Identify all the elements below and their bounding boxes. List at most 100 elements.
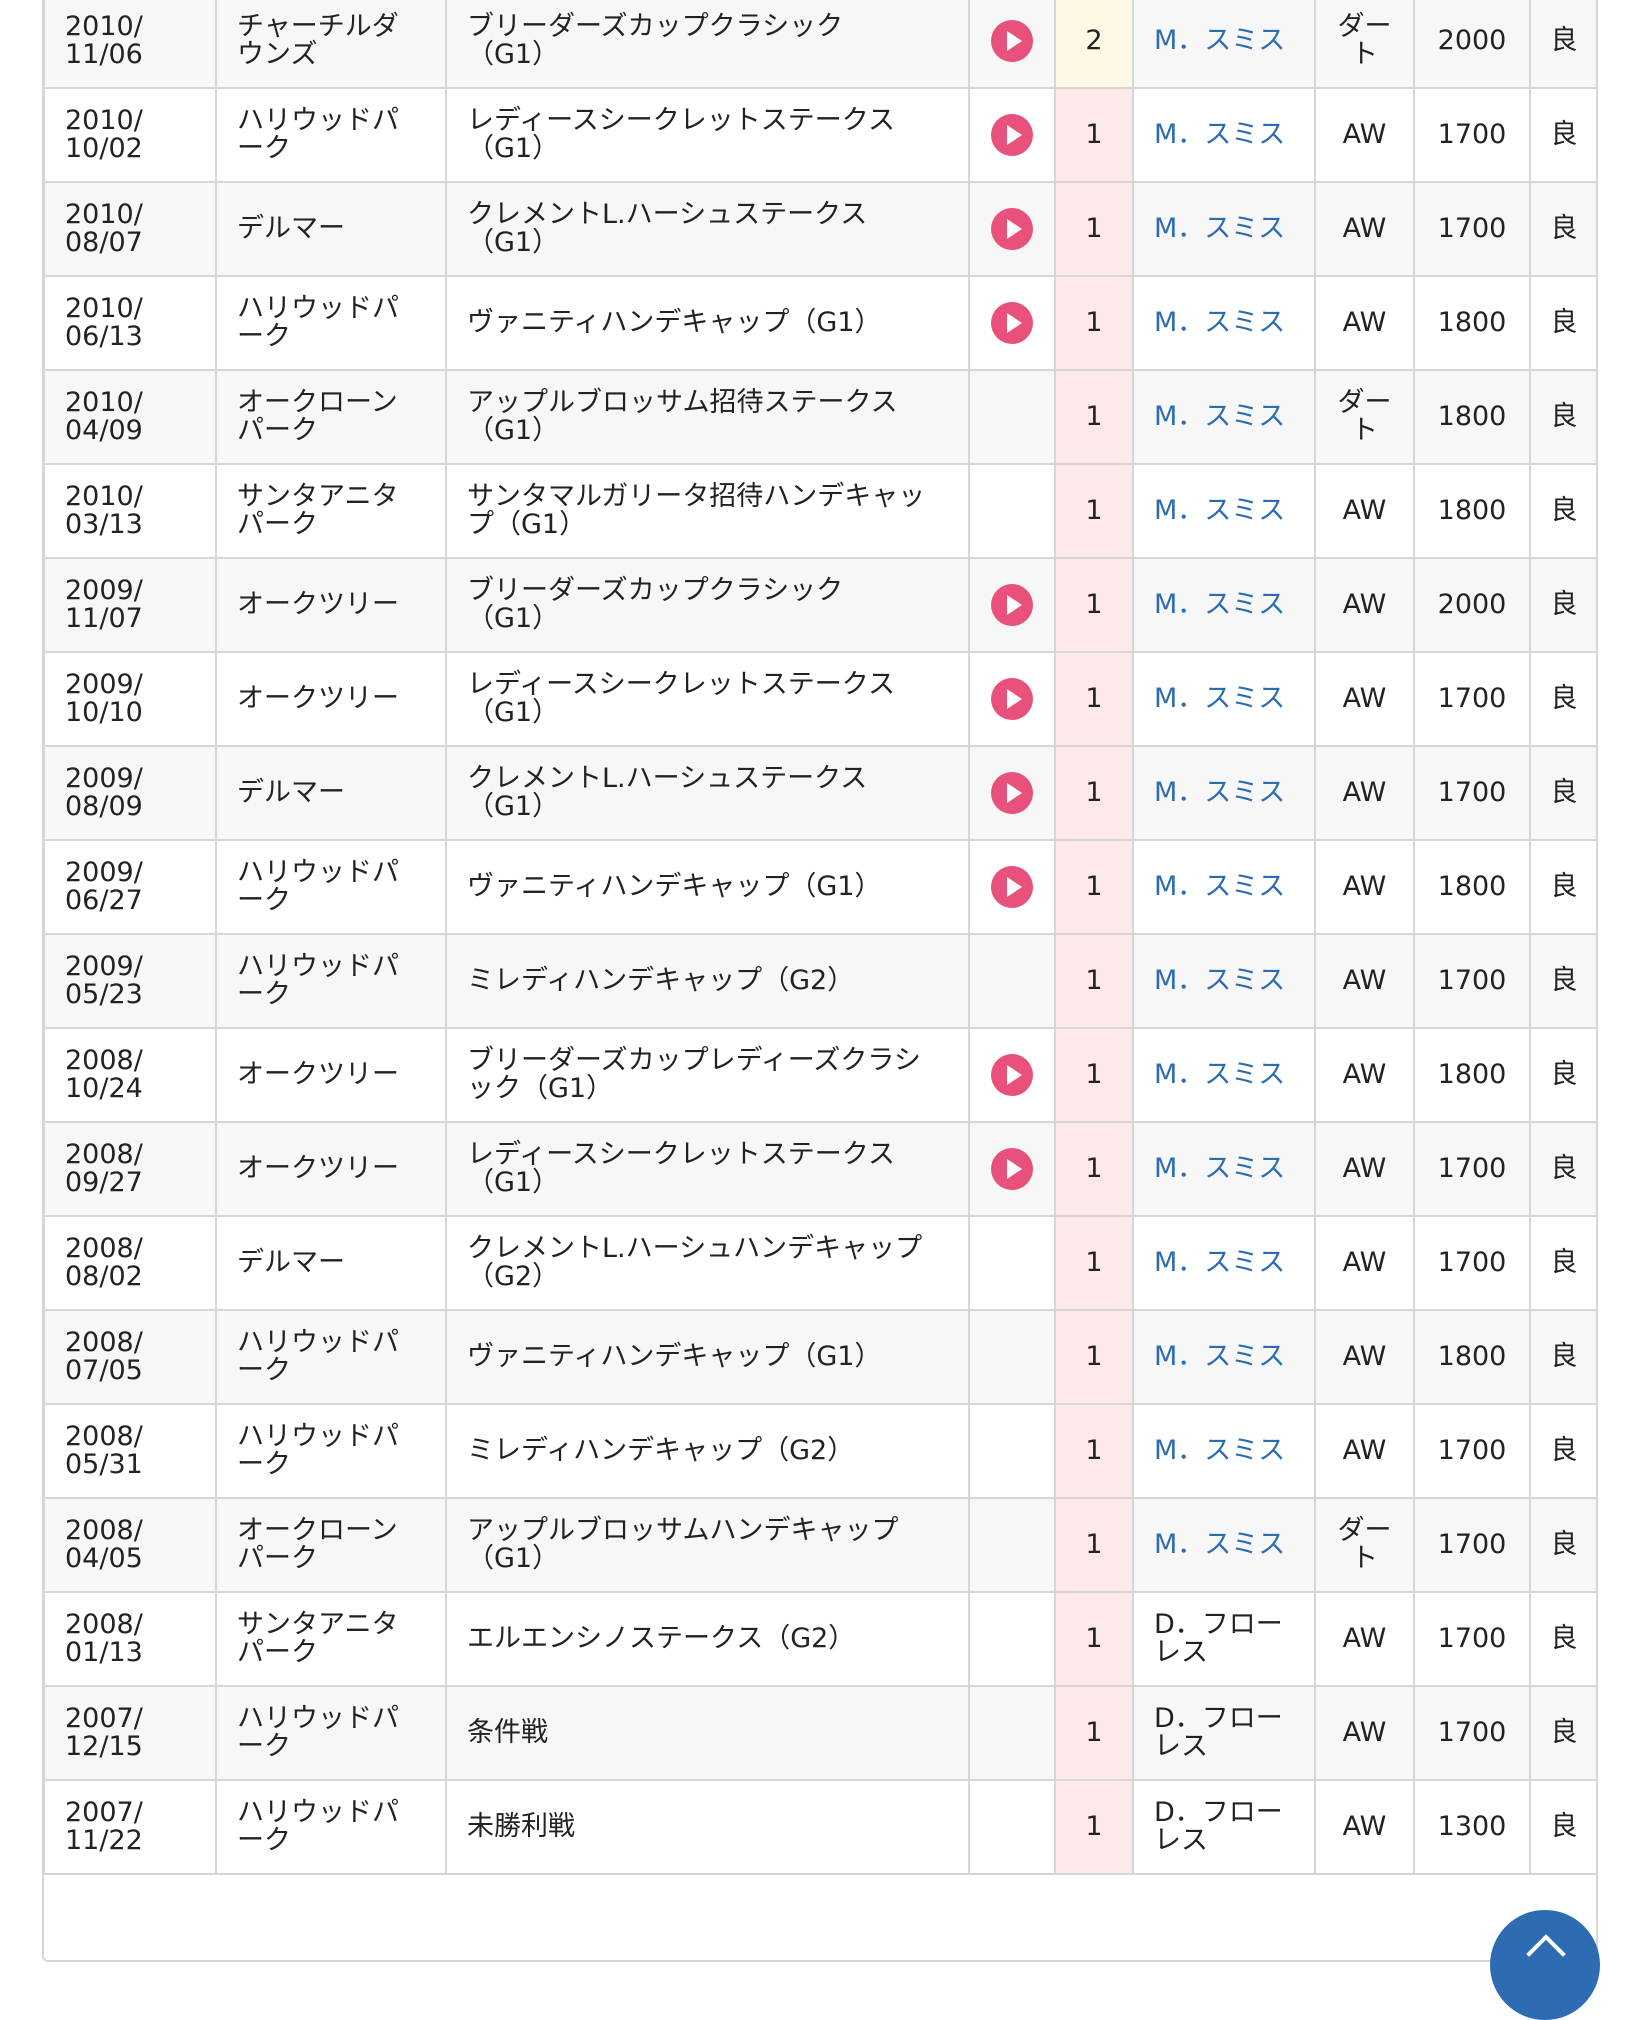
jockey-link[interactable]: M．スミス xyxy=(1132,1403,1316,1499)
finish-rank: 1 xyxy=(1054,369,1134,465)
chevron-up-icon[interactable] xyxy=(1490,1910,1600,2020)
table-row: 2008/01/13 サンタアニタ パーク エルエンシノステークス（G2） 1 D．フロー… xyxy=(44,1591,1596,1687)
track-condition: 良 xyxy=(1529,1685,1596,1781)
race-venue: オークローン パーク xyxy=(215,1497,447,1593)
track-condition: 良 xyxy=(1529,1027,1596,1123)
race-name: 未勝利戦 xyxy=(445,1779,970,1875)
jockey-link[interactable]: M．スミス xyxy=(1132,87,1316,183)
play-icon[interactable] xyxy=(991,866,1033,908)
race-name: ミレディハンデキャップ（G2） xyxy=(445,1403,970,1499)
race-distance: 2000 xyxy=(1413,557,1531,653)
finish-rank: 1 xyxy=(1054,933,1134,1029)
race-distance: 2000 xyxy=(1413,0,1531,89)
track-condition: 良 xyxy=(1529,839,1596,935)
video-cell xyxy=(968,1215,1056,1311)
play-icon[interactable] xyxy=(991,208,1033,250)
finish-rank: 1 xyxy=(1054,463,1134,559)
table-row: 2010/10/02 ハリウッドパ ーク レディースシークレットステークス （G1） 1 M… xyxy=(44,87,1596,183)
video-cell xyxy=(968,1497,1056,1593)
race-date: 2007/12/15 xyxy=(44,1685,217,1781)
race-distance: 1700 xyxy=(1413,1215,1531,1311)
race-venue: オークツリー xyxy=(215,557,447,653)
table-row: 2010/03/13 サンタアニタ パーク サンタマルガリータ招待ハンデキャッ プ（G1… xyxy=(44,463,1596,559)
track-surface: AW xyxy=(1314,557,1415,653)
table-row: 2008/09/27 オークツリー レディースシークレットステークス （G1） 1 M．ス… xyxy=(44,1121,1596,1217)
race-date: 2008/10/24 xyxy=(44,1027,217,1123)
race-date: 2008/07/05 xyxy=(44,1309,217,1405)
race-date: 2008/09/27 xyxy=(44,1121,217,1217)
play-icon[interactable] xyxy=(991,114,1033,156)
track-surface: ダート xyxy=(1314,0,1415,89)
race-venue: チャーチルダ ウンズ xyxy=(215,0,447,89)
jockey-link[interactable]: M．スミス xyxy=(1132,839,1316,935)
track-condition: 良 xyxy=(1529,1215,1596,1311)
race-distance: 1700 xyxy=(1413,181,1531,277)
video-cell xyxy=(968,181,1056,277)
video-cell xyxy=(968,369,1056,465)
race-results-table: 2010/11/06 チャーチルダ ウンズ ブリーダーズカップクラシック （G1） 2 M．… xyxy=(44,0,1596,1875)
race-name: アップルブロッサムハンデキャップ （G1） xyxy=(445,1497,970,1593)
race-date: 2009/06/27 xyxy=(44,839,217,935)
jockey-link[interactable]: M．スミス xyxy=(1132,1027,1316,1123)
track-condition: 良 xyxy=(1529,0,1596,89)
video-cell xyxy=(968,275,1056,371)
video-cell xyxy=(968,1027,1056,1123)
finish-rank: 1 xyxy=(1054,1121,1134,1217)
race-distance: 1800 xyxy=(1413,369,1531,465)
jockey-link[interactable]: M．スミス xyxy=(1132,1121,1316,1217)
race-date: 2010/06/13 xyxy=(44,275,217,371)
video-cell xyxy=(968,745,1056,841)
race-distance: 1700 xyxy=(1413,933,1531,1029)
table-row: 2010/06/13 ハリウッドパ ーク ヴァニティハンデキャップ（G1） 1 M．スミス… xyxy=(44,275,1596,371)
play-icon[interactable] xyxy=(991,1054,1033,1096)
track-condition: 良 xyxy=(1529,1497,1596,1593)
jockey-link[interactable]: M．スミス xyxy=(1132,557,1316,653)
race-name: レディースシークレットステークス （G1） xyxy=(445,87,970,183)
finish-rank: 1 xyxy=(1054,557,1134,653)
play-icon[interactable] xyxy=(991,20,1033,62)
play-icon[interactable] xyxy=(991,302,1033,344)
race-venue: ハリウッドパ ーク xyxy=(215,1685,447,1781)
track-condition: 良 xyxy=(1529,557,1596,653)
video-cell xyxy=(968,557,1056,653)
jockey-link[interactable]: M．スミス xyxy=(1132,369,1316,465)
table-row: 2009/06/27 ハリウッドパ ーク ヴァニティハンデキャップ（G1） 1 M．スミス… xyxy=(44,839,1596,935)
race-distance: 1700 xyxy=(1413,1685,1531,1781)
jockey-link[interactable]: M．スミス xyxy=(1132,1497,1316,1593)
video-cell xyxy=(968,1779,1056,1875)
race-venue: ハリウッドパ ーク xyxy=(215,1403,447,1499)
jockey-name: D．フロー レス xyxy=(1132,1685,1316,1781)
race-name: ヴァニティハンデキャップ（G1） xyxy=(445,275,970,371)
table-row: 2008/04/05 オークローン パーク アップルブロッサムハンデキャップ （G1） 1… xyxy=(44,1497,1596,1593)
play-icon[interactable] xyxy=(991,772,1033,814)
jockey-link[interactable]: M．スミス xyxy=(1132,275,1316,371)
jockey-link[interactable]: M．スミス xyxy=(1132,1309,1316,1405)
finish-rank: 1 xyxy=(1054,1497,1134,1593)
jockey-name: D．フロー レス xyxy=(1132,1779,1316,1875)
table-row: 2010/08/07 デルマー クレメントL.ハーシュステークス （G1） 1 M．スミス… xyxy=(44,181,1596,277)
play-icon[interactable] xyxy=(991,678,1033,720)
jockey-link[interactable]: M．スミス xyxy=(1132,933,1316,1029)
play-icon[interactable] xyxy=(991,1148,1033,1190)
track-surface: AW xyxy=(1314,275,1415,371)
race-distance: 1800 xyxy=(1413,463,1531,559)
jockey-link[interactable]: M．スミス xyxy=(1132,463,1316,559)
race-name: ブリーダーズカップレディーズクラシ ック（G1） xyxy=(445,1027,970,1123)
track-condition: 良 xyxy=(1529,933,1596,1029)
race-venue: オークツリー xyxy=(215,651,447,747)
race-venue: デルマー xyxy=(215,745,447,841)
race-distance: 1800 xyxy=(1413,275,1531,371)
finish-rank: 1 xyxy=(1054,1403,1134,1499)
jockey-link[interactable]: M．スミス xyxy=(1132,0,1316,89)
jockey-link[interactable]: M．スミス xyxy=(1132,651,1316,747)
race-name: レディースシークレットステークス （G1） xyxy=(445,1121,970,1217)
race-date: 2010/10/02 xyxy=(44,87,217,183)
jockey-link[interactable]: M．スミス xyxy=(1132,1215,1316,1311)
race-distance: 1700 xyxy=(1413,745,1531,841)
jockey-link[interactable]: M．スミス xyxy=(1132,181,1316,277)
race-date: 2008/01/13 xyxy=(44,1591,217,1687)
race-venue: サンタアニタ パーク xyxy=(215,1591,447,1687)
jockey-link[interactable]: M．スミス xyxy=(1132,745,1316,841)
race-name: エルエンシノステークス（G2） xyxy=(445,1591,970,1687)
play-icon[interactable] xyxy=(991,584,1033,626)
